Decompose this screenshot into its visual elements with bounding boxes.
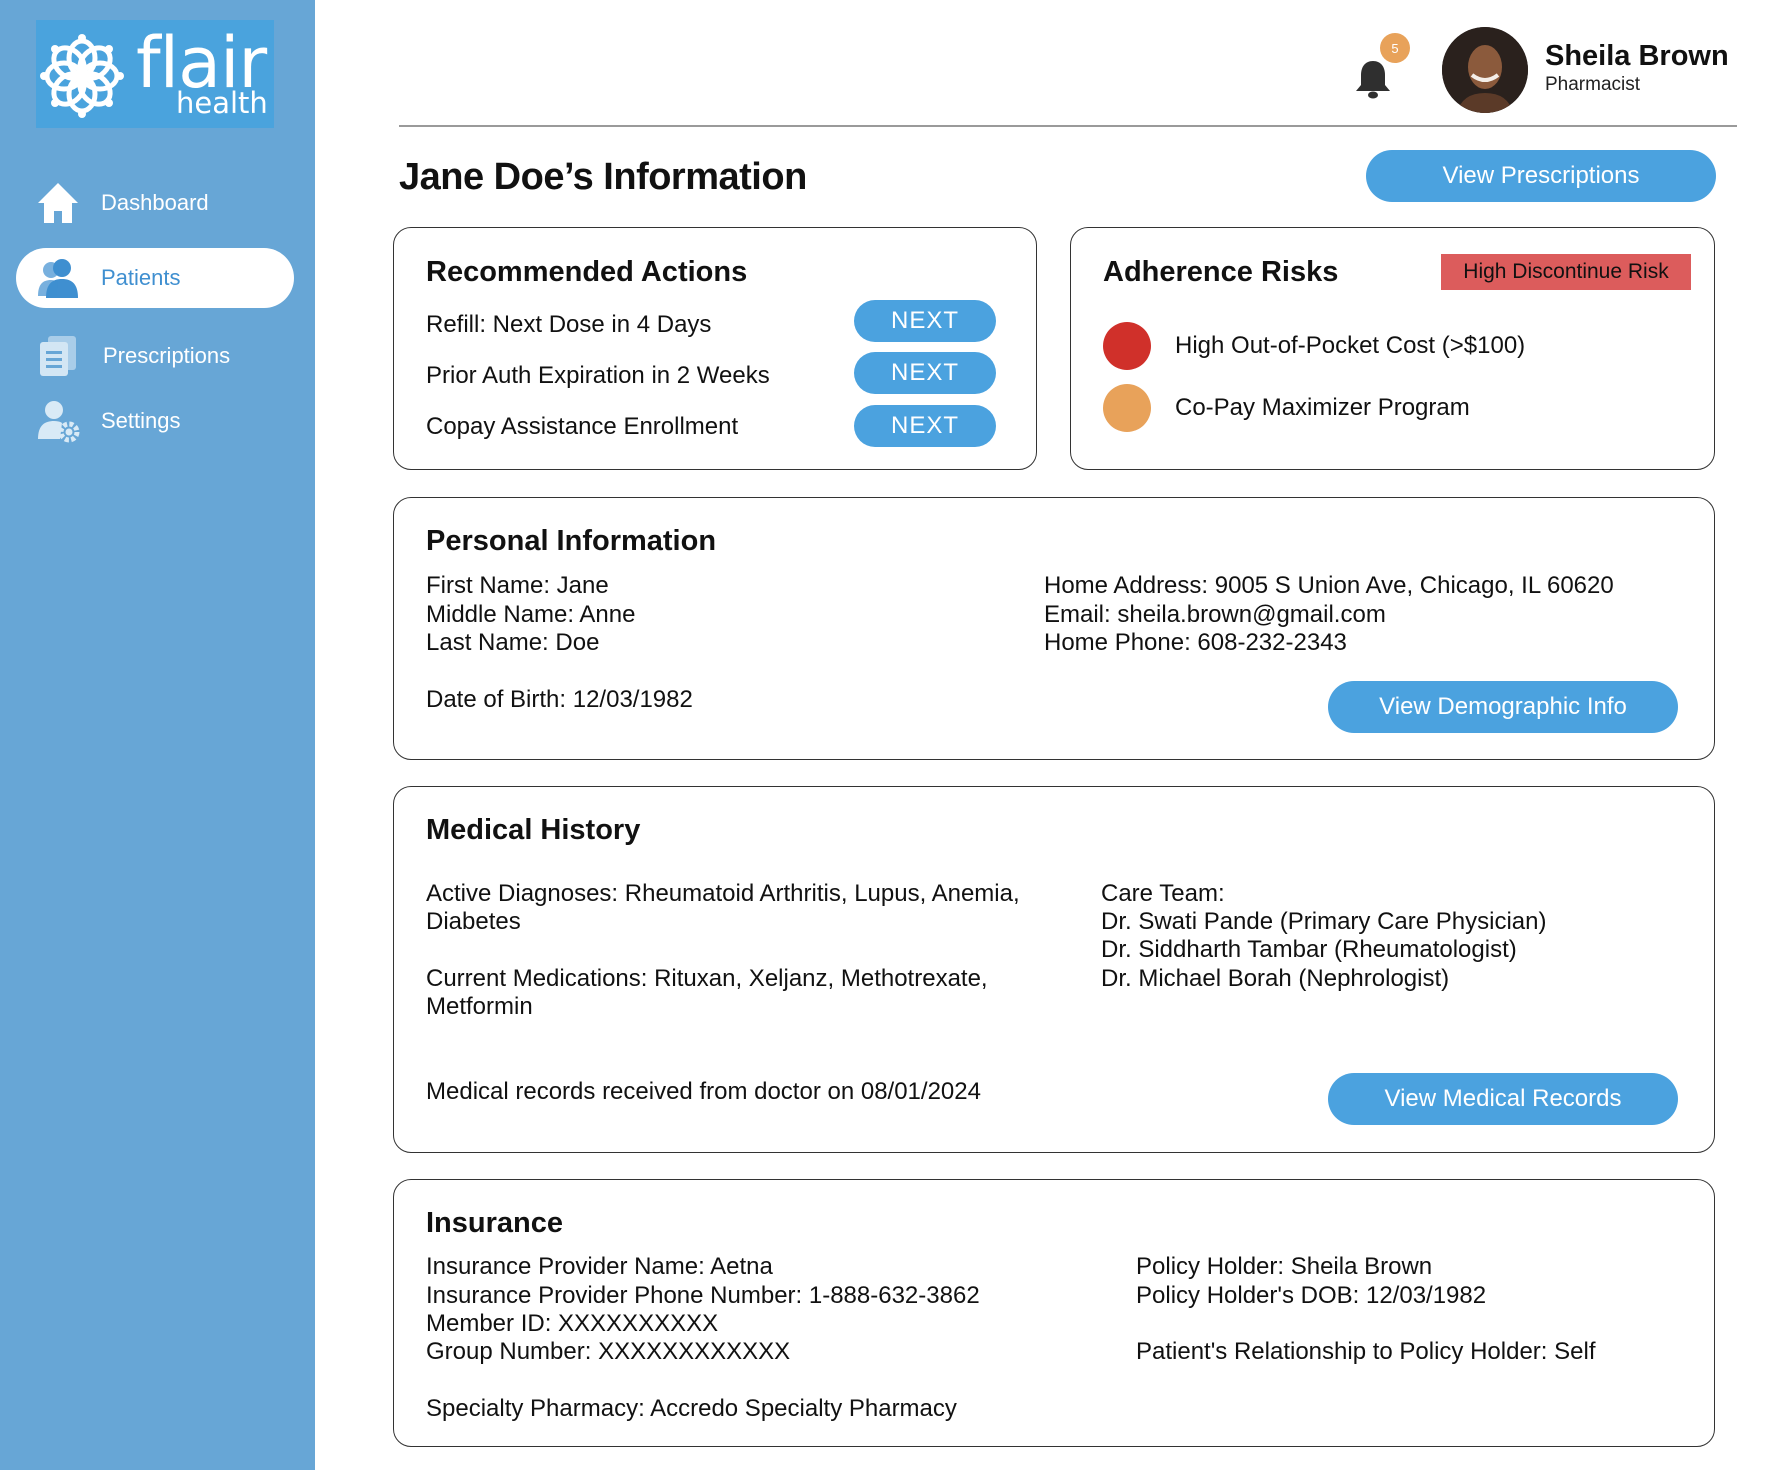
notification-bell-icon[interactable] <box>1353 58 1393 100</box>
policy-holder: Policy Holder: Sheila Brown <box>1136 1253 1433 1280</box>
view-medical-records-button[interactable]: View Medical Records <box>1328 1073 1678 1125</box>
user-name: Sheila Brown <box>1545 40 1729 72</box>
avatar-portrait <box>1442 27 1528 113</box>
relationship-to-policy-holder: Patient's Relationship to Policy Holder:… <box>1136 1338 1596 1365</box>
adherence-risks-card: Adherence Risks High Discontinue Risk Hi… <box>1070 227 1715 470</box>
middle-name: Middle Name: Anne <box>426 601 636 628</box>
current-medications: Current Medications: Rituxan, Xeljanz, M… <box>426 965 988 992</box>
home-phone: Home Phone: 608-232-2343 <box>1044 629 1347 656</box>
next-button[interactable]: NEXT <box>854 300 996 342</box>
medical-history-card: Medical History Active Diagnoses: Rheuma… <box>393 786 1715 1153</box>
active-diagnoses-cont: Diabetes <box>426 908 521 935</box>
action-label: Prior Auth Expiration in 2 Weeks <box>426 362 770 389</box>
avatar[interactable] <box>1442 27 1528 113</box>
insurance-card: Insurance Insurance Provider Name: Aetna… <box>393 1179 1715 1447</box>
personal-information-card: Personal Information First Name: Jane Mi… <box>393 497 1715 760</box>
risk-status-badge: High Discontinue Risk <box>1441 254 1691 290</box>
risk-label: High Out-of-Pocket Cost (>$100) <box>1175 332 1526 359</box>
sidebar-item-label: Dashboard <box>101 190 209 215</box>
orange-risk-dot <box>1103 384 1151 432</box>
email: Email: sheila.brown@gmail.com <box>1044 601 1386 628</box>
first-name: First Name: Jane <box>426 572 609 599</box>
policy-holder-dob: Policy Holder's DOB: 12/03/1982 <box>1136 1282 1487 1309</box>
action-label: Refill: Next Dose in 4 Days <box>426 311 712 338</box>
recommended-actions-card: Recommended Actions Refill: Next Dose in… <box>393 227 1037 470</box>
next-button[interactable]: NEXT <box>854 352 996 394</box>
care-team-label: Care Team: <box>1101 880 1225 907</box>
medical-history-title: Medical History <box>426 814 641 846</box>
group-number: Group Number: XXXXXXXXXXXX <box>426 1338 791 1365</box>
risk-label: Co-Pay Maximizer Program <box>1175 394 1470 421</box>
records-received-note: Medical records received from doctor on … <box>426 1078 981 1105</box>
sidebar-item-patients[interactable]: Patients <box>16 248 294 308</box>
user-role: Pharmacist <box>1545 74 1641 95</box>
specialty-pharmacy: Specialty Pharmacy: Accredo Specialty Ph… <box>426 1395 957 1422</box>
adherence-risks-title: Adherence Risks <box>1103 256 1339 288</box>
notification-count-badge: 5 <box>1380 33 1410 63</box>
care-team-member: Dr. Swati Pande (Primary Care Physician) <box>1101 908 1547 935</box>
sidebar-item-prescriptions[interactable]: Prescriptions <box>16 326 294 386</box>
sidebar-item-settings[interactable]: Settings <box>16 391 294 451</box>
last-name: Last Name: Doe <box>426 629 600 656</box>
action-label: Copay Assistance Enrollment <box>426 413 739 440</box>
sidebar-item-label: Patients <box>101 265 181 290</box>
insurance-provider-phone: Insurance Provider Phone Number: 1-888-6… <box>426 1282 980 1309</box>
red-risk-dot <box>1103 322 1151 370</box>
sidebar-item-label: Prescriptions <box>103 343 231 368</box>
user-gear-icon <box>38 401 80 443</box>
recommended-actions-title: Recommended Actions <box>426 256 748 288</box>
page-title: Jane Doe’s Information <box>399 156 807 198</box>
brand-logo[interactable]: flair health <box>36 20 274 128</box>
home-address: Home Address: 9005 S Union Ave, Chicago,… <box>1044 572 1614 599</box>
active-diagnoses: Active Diagnoses: Rheumatoid Arthritis, … <box>426 880 1020 907</box>
view-demographic-info-button[interactable]: View Demographic Info <box>1328 681 1678 733</box>
brand-word-health: health <box>176 86 268 120</box>
sidebar-item-dashboard[interactable]: Dashboard <box>16 173 294 233</box>
view-prescriptions-button[interactable]: View Prescriptions <box>1366 150 1716 202</box>
insurance-provider-name: Insurance Provider Name: Aetna <box>426 1253 773 1280</box>
home-icon <box>38 183 78 223</box>
sidebar: flair health Dashboard Patients Prescrip… <box>0 0 315 1470</box>
insurance-title: Insurance <box>426 1207 563 1239</box>
documents-icon <box>40 336 76 376</box>
personal-information-title: Personal Information <box>426 525 717 557</box>
flower-logo-icon <box>40 34 124 118</box>
care-team-member: Dr. Michael Borah (Nephrologist) <box>1101 965 1450 992</box>
sidebar-item-label: Settings <box>101 408 181 433</box>
care-team-member: Dr. Siddharth Tambar (Rheumatologist) <box>1101 936 1517 963</box>
user-icon <box>38 259 78 298</box>
member-id: Member ID: XXXXXXXXXX <box>426 1310 719 1337</box>
date-of-birth: Date of Birth: 12/03/1982 <box>426 686 693 713</box>
current-medications-cont: Metformin <box>426 993 533 1020</box>
next-button[interactable]: NEXT <box>854 405 996 447</box>
header-divider <box>399 125 1737 127</box>
